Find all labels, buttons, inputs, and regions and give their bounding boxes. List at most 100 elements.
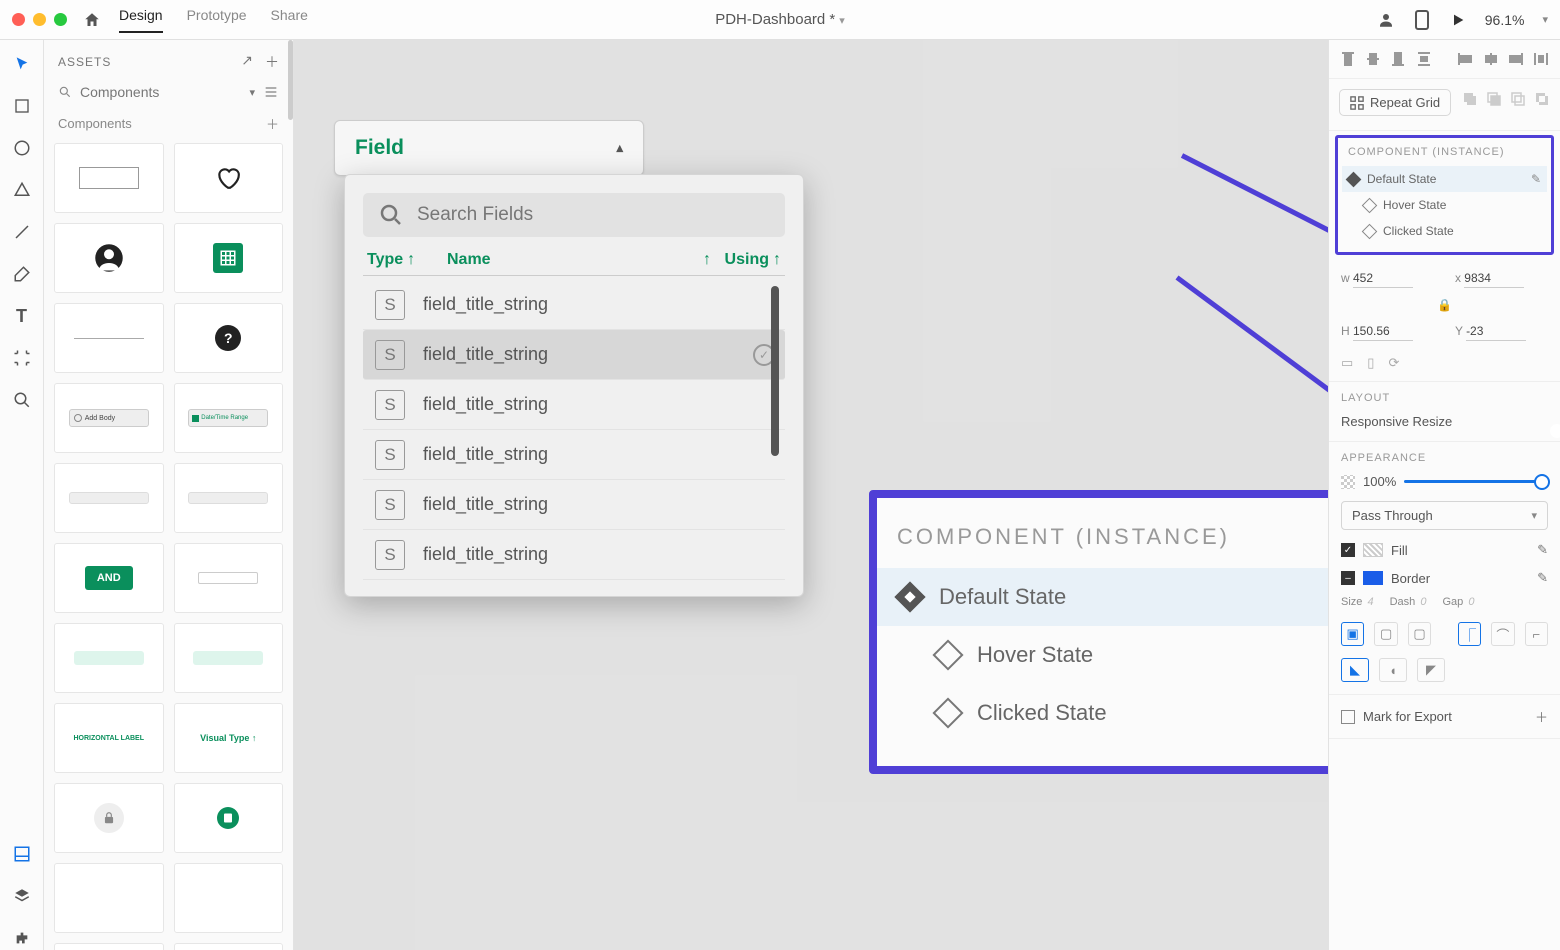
asset-avatar[interactable] <box>54 223 164 293</box>
asset-help[interactable]: ? <box>174 303 284 373</box>
eyedropper-icon[interactable]: ✎ <box>1537 542 1548 558</box>
join-miter-icon[interactable]: ◣ <box>1341 658 1369 682</box>
cap-square-icon[interactable]: ⌐ <box>1525 622 1548 646</box>
chevron-down-icon[interactable]: ▾ <box>1542 13 1548 26</box>
opacity-value[interactable]: 100% <box>1363 474 1396 489</box>
field-row[interactable]: Sfield_title_string✓ <box>363 330 785 380</box>
field-header[interactable]: Field ▴ <box>334 120 644 176</box>
state-clicked[interactable]: Clicked State <box>877 684 1328 742</box>
asset-pill-b[interactable] <box>174 623 284 693</box>
opacity-slider[interactable] <box>1404 480 1548 483</box>
state-default[interactable]: Default State <box>877 568 1328 626</box>
select-tool[interactable] <box>10 52 34 76</box>
bool-exclude-icon[interactable] <box>1534 91 1550 107</box>
plugins-toggle[interactable] <box>10 926 34 950</box>
fill-swatch[interactable] <box>1363 543 1383 557</box>
rows-scrollbar[interactable] <box>771 286 779 456</box>
search-icon[interactable] <box>58 85 72 99</box>
asset-pill-a[interactable] <box>54 623 164 693</box>
zoom-level[interactable]: 96.1% <box>1485 12 1525 28</box>
align-vcenter-icon[interactable] <box>1364 48 1381 70</box>
export-checkbox[interactable] <box>1341 710 1355 724</box>
tab-prototype[interactable]: Prototype <box>187 7 247 33</box>
tab-share[interactable]: Share <box>271 7 308 33</box>
tab-design[interactable]: Design <box>119 7 163 33</box>
eyedropper-icon[interactable]: ✎ <box>1537 570 1548 586</box>
asset-stepper-a[interactable] <box>54 463 164 533</box>
align-top-icon[interactable] <box>1339 48 1356 70</box>
border-size[interactable]: Size 4 <box>1341 596 1374 608</box>
distribute-v-icon[interactable] <box>1415 48 1432 70</box>
x-field[interactable]: x <box>1455 269 1548 288</box>
bool-subtract-icon[interactable] <box>1486 91 1502 107</box>
artboard-tool[interactable] <box>10 346 34 370</box>
asset-hlabel[interactable]: HORIZONTAL LABEL <box>54 703 164 773</box>
field-search[interactable]: Search Fields <box>363 193 785 237</box>
minimize-window[interactable] <box>33 13 46 26</box>
asset-add-badge[interactable]: Add Body <box>54 383 164 453</box>
assets-toggle[interactable] <box>10 842 34 866</box>
play-icon[interactable] <box>1449 11 1467 29</box>
export-add-icon[interactable]: ＋ <box>1535 707 1548 726</box>
rectangle-tool[interactable] <box>10 94 34 118</box>
border-swatch[interactable] <box>1363 571 1383 585</box>
field-row[interactable]: Sfield_title_string <box>363 280 785 330</box>
asset-vistype[interactable]: Visual Type ↑ <box>174 703 284 773</box>
align-right-icon[interactable] <box>1507 48 1524 70</box>
align-hcenter-icon[interactable] <box>1482 48 1499 70</box>
asset-table-builder[interactable] <box>174 223 284 293</box>
sort-up-icon[interactable]: ↑ <box>651 251 711 269</box>
fill-checkbox[interactable]: ✓ <box>1341 543 1355 557</box>
height-field[interactable]: H <box>1341 322 1435 341</box>
flip-v-icon[interactable]: ▯ <box>1367 355 1374 371</box>
assets-scope-select[interactable]: Components▾ <box>80 84 255 100</box>
asset-stepper-b[interactable] <box>174 463 284 533</box>
flip-h-icon[interactable]: ▭ <box>1341 355 1353 371</box>
asset-and-chip[interactable]: AND <box>54 543 164 613</box>
rotate-icon[interactable]: ⟳ <box>1388 355 1399 371</box>
asset-blank[interactable] <box>54 863 164 933</box>
asset-mini-input[interactable] <box>174 543 284 613</box>
state-clicked[interactable]: Clicked State <box>1342 218 1547 244</box>
lock-aspect-icon[interactable]: 🔒 <box>1341 298 1548 312</box>
asset-blank2[interactable] <box>174 863 284 933</box>
asset-dots[interactable] <box>174 943 284 950</box>
asset-rect[interactable] <box>54 143 164 213</box>
align-bottom-icon[interactable] <box>1390 48 1407 70</box>
field-row[interactable]: Sfield_title_string <box>363 530 785 580</box>
repeat-grid-button[interactable]: Repeat Grid <box>1339 89 1451 116</box>
blend-mode-select[interactable]: Pass Through▾ <box>1341 501 1548 530</box>
list-view-icon[interactable] <box>263 84 279 100</box>
layers-toggle[interactable] <box>10 884 34 908</box>
mobile-preview-icon[interactable] <box>1413 11 1431 29</box>
bool-intersect-icon[interactable] <box>1510 91 1526 107</box>
join-bevel-icon[interactable]: ◤ <box>1417 658 1445 682</box>
align-left-icon[interactable] <box>1456 48 1473 70</box>
add-component-icon[interactable]: ＋ <box>266 114 279 133</box>
field-row[interactable]: Sfield_title_string <box>363 380 785 430</box>
add-asset-icon[interactable]: ＋ <box>265 52 279 72</box>
asset-lock[interactable] <box>54 783 164 853</box>
width-field[interactable]: w <box>1341 269 1435 288</box>
field-row[interactable]: Sfield_title_string <box>363 480 785 530</box>
document-title[interactable]: PDH-Dashboard *▾ <box>715 11 845 28</box>
col-using[interactable]: Using ↑ <box>711 251 781 269</box>
state-hover[interactable]: Hover State <box>1342 192 1547 218</box>
join-round-icon[interactable]: ◖ <box>1379 658 1407 682</box>
polygon-tool[interactable] <box>10 178 34 202</box>
publish-icon[interactable]: ↗ <box>241 52 253 72</box>
state-hover[interactable]: Hover State <box>877 626 1328 684</box>
asset-book[interactable] <box>174 783 284 853</box>
text-tool[interactable]: T <box>10 304 34 328</box>
col-type[interactable]: Type ↑ <box>367 251 447 269</box>
stroke-center-icon[interactable]: ▢ <box>1374 622 1397 646</box>
stroke-inner-icon[interactable]: ▣ <box>1341 622 1364 646</box>
distribute-h-icon[interactable] <box>1533 48 1550 70</box>
state-default[interactable]: Default State ✎ <box>1342 166 1547 192</box>
border-gap[interactable]: Gap 0 <box>1442 596 1474 608</box>
cap-butt-icon[interactable]: ⎾ <box>1458 622 1481 646</box>
asset-range-bar[interactable] <box>54 943 164 950</box>
line-tool[interactable] <box>10 220 34 244</box>
border-dash[interactable]: Dash 0 <box>1390 596 1427 608</box>
bool-union-icon[interactable] <box>1462 91 1478 107</box>
